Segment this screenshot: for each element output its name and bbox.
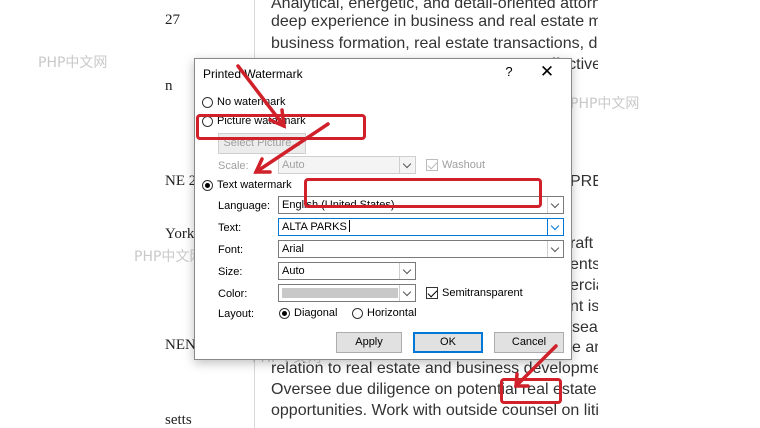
- right-gutter: [598, 0, 760, 428]
- cancel-button[interactable]: Cancel: [494, 332, 564, 353]
- text-value: ALTA PARKS: [282, 221, 347, 233]
- color-label: Color:: [218, 288, 248, 300]
- document-body-line: PRE: [570, 173, 600, 190]
- ok-button-highlight: [500, 378, 562, 404]
- diagonal-label[interactable]: Diagonal: [294, 307, 337, 319]
- chevron-down-icon: [399, 157, 415, 173]
- color-dropdown[interactable]: [278, 284, 416, 302]
- apply-button[interactable]: Apply: [336, 332, 402, 353]
- semitransparent-checkbox[interactable]: [426, 287, 438, 299]
- document-body-line: raft: [570, 235, 594, 252]
- site-watermark: PHP中文网: [134, 249, 204, 265]
- washout-checkbox[interactable]: [426, 159, 438, 171]
- document-left-fragment: n: [165, 78, 173, 94]
- site-watermark: PHP中文网: [38, 55, 108, 71]
- document-body-line: Analytical, energetic, and detail-orient…: [271, 0, 601, 12]
- chevron-down-icon: [399, 263, 415, 279]
- dialog-title: Printed Watermark: [203, 67, 303, 81]
- chevron-down-icon: [547, 219, 563, 235]
- layout-label: Layout:: [218, 308, 255, 320]
- chevron-down-icon: [399, 285, 415, 301]
- picture-watermark-highlight: [196, 114, 366, 140]
- no-watermark-label[interactable]: No watermark: [217, 96, 285, 108]
- font-value: Arial: [282, 243, 305, 255]
- text-label: Text:: [218, 222, 242, 234]
- document-body-line: opportunities. Work with outside counsel…: [271, 402, 601, 419]
- no-watermark-radio[interactable]: [202, 97, 213, 108]
- size-dropdown[interactable]: Auto: [278, 262, 416, 280]
- text-cursor: [348, 220, 350, 232]
- site-watermark: PHP中文网: [570, 96, 640, 112]
- help-icon[interactable]: ?: [501, 64, 517, 79]
- document-left-fragment: 27: [165, 12, 180, 28]
- document-body-line: business formation, real estate transact…: [271, 35, 601, 52]
- chevron-down-icon: [547, 197, 563, 213]
- washout-label[interactable]: Washout: [442, 159, 485, 171]
- diagonal-radio[interactable]: [279, 308, 290, 319]
- ok-button[interactable]: OK: [413, 332, 483, 353]
- scale-dropdown[interactable]: Auto: [278, 156, 416, 174]
- horizontal-radio[interactable]: [352, 308, 363, 319]
- document-body-line: deep experience in business and real est…: [271, 13, 601, 30]
- close-icon[interactable]: ✕: [538, 62, 556, 82]
- document-left-fragment: setts: [165, 412, 192, 428]
- document-body-line: ercia: [570, 277, 600, 294]
- text-watermark-label[interactable]: Text watermark: [217, 179, 292, 191]
- language-label: Language:: [218, 200, 270, 212]
- color-swatch: [282, 288, 398, 298]
- document-body-line: sear: [572, 319, 600, 336]
- size-label: Size:: [218, 266, 243, 278]
- size-value: Auto: [282, 265, 305, 277]
- document-left-fragment: York: [165, 226, 195, 242]
- document-body-line: ents: [570, 256, 600, 273]
- font-dropdown[interactable]: Arial: [278, 240, 564, 258]
- screenshot-stage: 27 n NE 20 York NEN setts Analytical, en…: [0, 0, 760, 428]
- text-watermark-radio[interactable]: [202, 180, 213, 191]
- scale-value: Auto: [282, 159, 305, 171]
- scale-label: Scale:: [218, 160, 249, 172]
- document-body-line: nt is: [570, 298, 600, 315]
- semitransparent-label[interactable]: Semitransparent: [442, 287, 523, 299]
- chevron-down-icon: [547, 241, 563, 257]
- horizontal-label[interactable]: Horizontal: [367, 307, 417, 319]
- document-left-fragment: NEN: [165, 337, 196, 353]
- document-body-line: e an: [572, 339, 600, 356]
- text-field-highlight: [304, 178, 542, 208]
- printed-watermark-dialog: Printed Watermark ? ✕ No watermark Pictu…: [194, 58, 572, 360]
- font-label: Font:: [218, 244, 244, 256]
- text-input[interactable]: ALTA PARKS: [278, 218, 564, 236]
